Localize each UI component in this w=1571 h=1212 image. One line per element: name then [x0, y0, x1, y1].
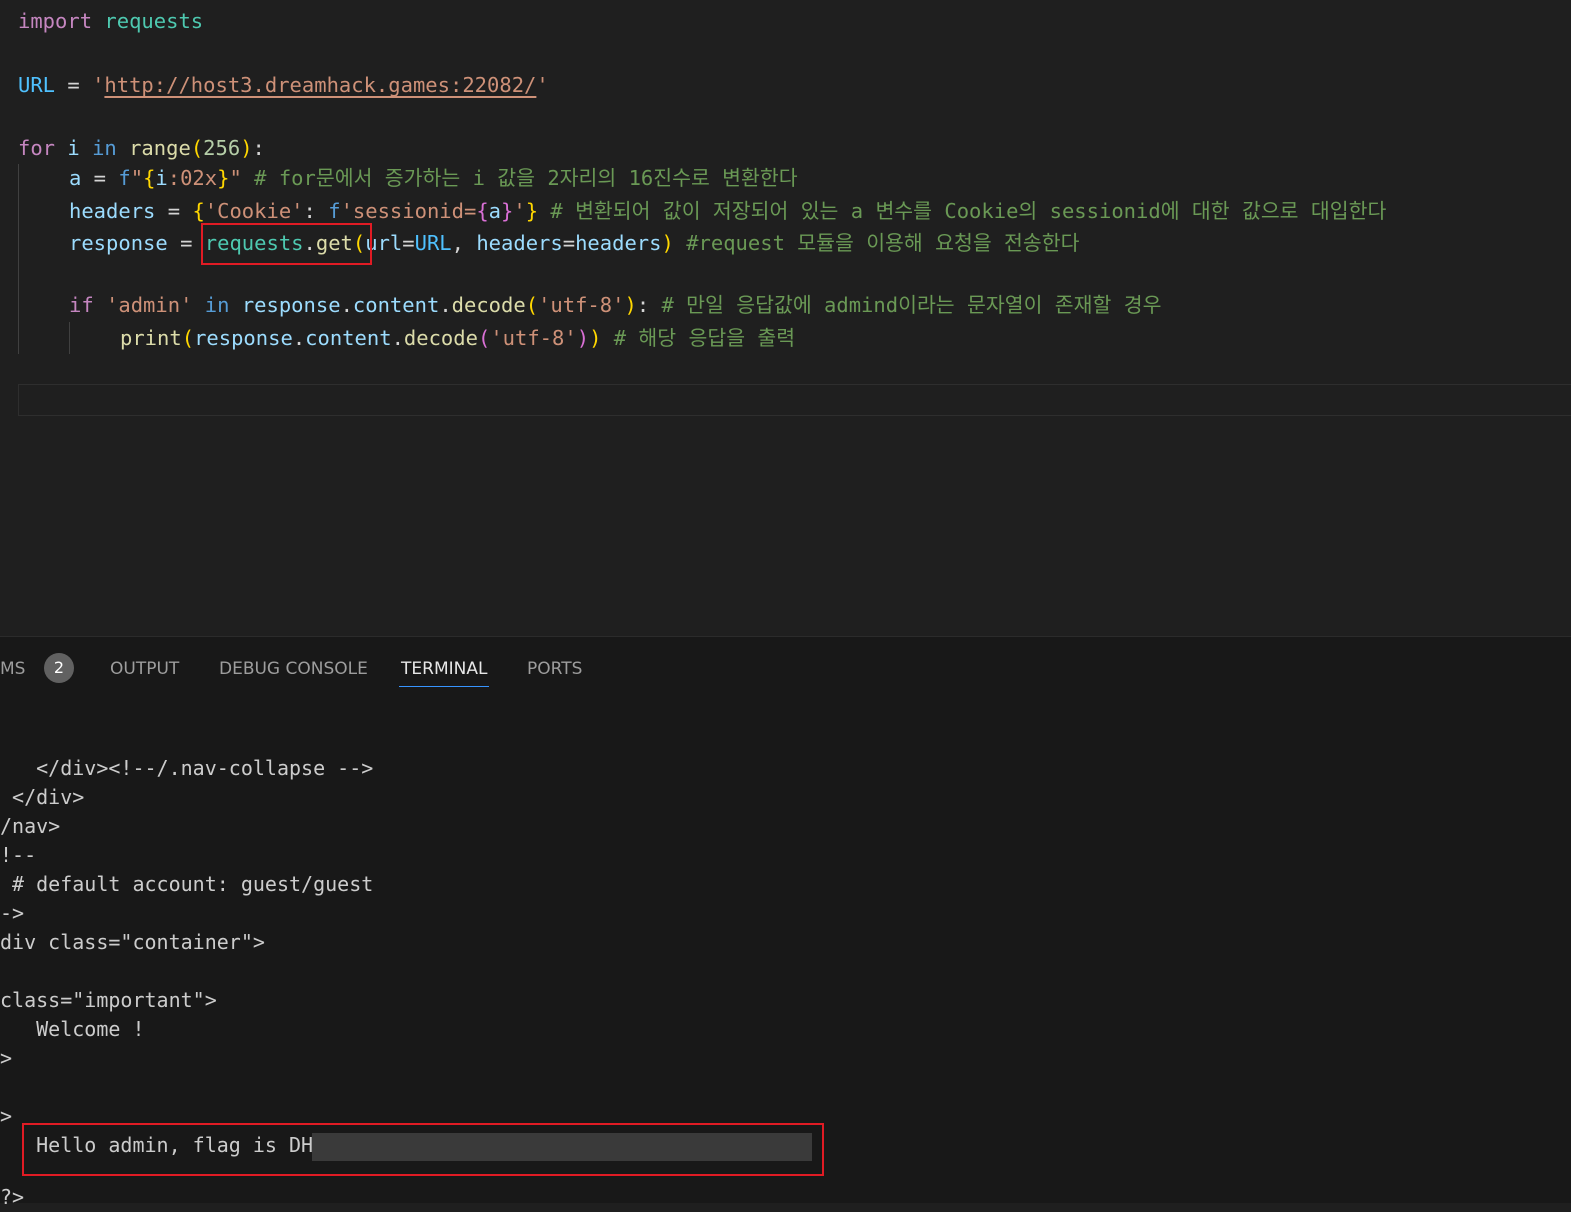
indent-guide	[18, 164, 19, 354]
tab-problems[interactable]: MS	[0, 655, 25, 687]
tab-terminal[interactable]: TERMINAL	[398, 655, 490, 687]
requests-get-highlight-box	[201, 223, 372, 265]
flag-highlight-box	[22, 1123, 824, 1176]
code-line-2: URL = 'http://host3.dreamhack.games:2208…	[18, 73, 549, 97]
terminal-line: >	[0, 1046, 13, 1070]
terminal-line: /nav>	[0, 814, 61, 838]
terminal-line: >	[0, 1104, 13, 1128]
tab-debug-console[interactable]: DEBUG CONSOLE	[219, 655, 368, 687]
terminal-line: </div><!--/.nav-collapse -->	[0, 756, 374, 780]
code-line-4: a = f"{i:02x}" # for문에서 증가하는 i 값을 2자리의 1…	[69, 166, 798, 190]
code-editor[interactable]: import requests URL = 'http://host3.drea…	[0, 0, 1571, 636]
bottom-panel: MS 2 OUTPUT DEBUG CONSOLE TERMINAL PORTS	[0, 636, 1571, 1203]
terminal-line: </div>	[0, 785, 85, 809]
code-line-8: print(response.content.decode('utf-8')) …	[120, 326, 796, 350]
url-link[interactable]: http://host3.dreamhack.games:22082/	[104, 73, 536, 97]
terminal-line: class="important">	[0, 988, 217, 1012]
code-line-3: for i in range(256):	[18, 136, 265, 160]
terminal-line: div class="container">	[0, 930, 265, 954]
code-line-1: import requests	[18, 9, 204, 33]
tab-output[interactable]: OUTPUT	[110, 655, 179, 687]
indent-guide	[69, 322, 70, 354]
current-line-highlight	[18, 384, 1571, 416]
tab-ports[interactable]: PORTS	[527, 655, 582, 687]
code-line-7: if 'admin' in response.content.decode('u…	[69, 293, 1162, 317]
problems-count-badge: 2	[44, 653, 74, 683]
terminal-line: ?>	[0, 1185, 25, 1209]
terminal-line: !--	[0, 843, 37, 867]
terminal-line: ->	[0, 901, 25, 925]
terminal-line: # default account: guest/guest	[0, 872, 374, 896]
terminal-line: Welcome !	[0, 1017, 145, 1041]
